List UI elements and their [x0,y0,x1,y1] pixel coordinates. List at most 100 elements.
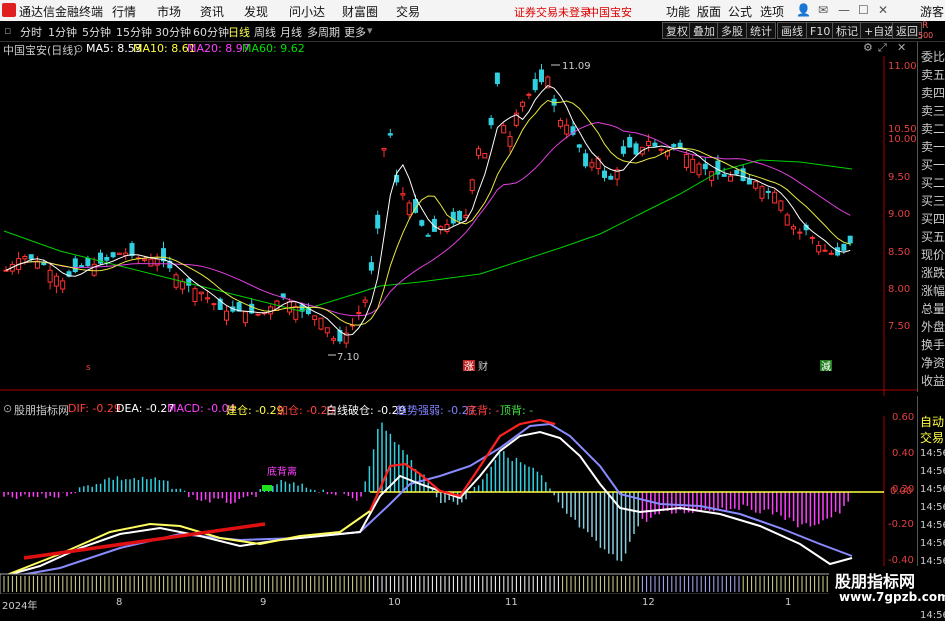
tab-period-daily[interactable]: 日线 [228,24,250,40]
price-tick: 9.00 [888,209,911,220]
indicator-settings-icon[interactable]: ⊙ [3,402,12,415]
biaoji-button[interactable]: 标记 [832,22,862,39]
maximize-icon[interactable]: ☐ [858,3,869,17]
quote-field-label: 买一 [921,158,945,172]
candle-body [85,257,91,266]
menu-gongneng[interactable]: 功能 [666,3,690,20]
quote-field-label: 买五 [921,230,945,244]
settings-gear-icon[interactable]: ⚙ [863,41,873,54]
guest-label[interactable]: 游客 [920,3,944,20]
tab-period-15min[interactable]: 15分钟 [116,24,152,40]
date-label: 12 [642,597,655,608]
minimize-icon[interactable]: — [838,3,850,17]
tab-period-monthly[interactable]: 月线 [280,24,302,40]
candle-body [198,291,204,295]
quote-field-label: 涨幅 [921,284,945,298]
quote-field-label: 卖一 [921,140,945,154]
menu-wenxiaoda[interactable]: 问小达 [289,3,325,20]
candle-body [287,301,292,313]
candle-body [179,281,185,290]
candle-body [772,191,778,204]
candle-body [387,133,393,136]
tab-period-30min[interactable]: 30分钟 [155,24,191,40]
candle-body [784,214,790,226]
candle-body [72,258,78,273]
main-chart[interactable]: 11.09 7.10 涨 财 減 s [0,56,917,396]
quote-field-label: 外盘 [921,320,945,334]
tab-period-60min[interactable]: 60分钟 [193,24,229,40]
candle-body [646,140,652,146]
candle-body [526,93,532,96]
duogu-button[interactable]: 多股 [717,22,747,39]
menu-hangqing[interactable]: 行情 [112,3,136,20]
candle-body [690,158,696,173]
quote-field-label: 卖三 [921,104,945,118]
tab-period-multi[interactable]: 多周期 [307,24,340,40]
indicator-tick: -0.20 [888,519,914,530]
candle-body [425,234,431,237]
date-label: 11 [505,597,518,608]
candle-body [444,223,450,232]
fuquan-button[interactable]: 复权 [662,22,692,39]
candle-body [104,257,110,261]
menu-shichang[interactable]: 市场 [157,3,181,20]
candle-body [532,79,538,91]
date-label: 10 [388,597,401,608]
close-icon[interactable]: ✕ [878,3,888,17]
candle-body [242,311,248,324]
candle-body [822,249,828,252]
menu-zixun[interactable]: 资讯 [200,3,224,20]
diejia-button[interactable]: 叠加 [689,22,719,39]
trade-login-alert[interactable]: 证券交易未登录 [514,4,591,20]
settings-circle-icon[interactable]: ⊙ [74,42,83,55]
tab-period-1min[interactable]: 1分钟 [48,24,77,40]
tab-period-more[interactable]: 更多 [344,24,366,40]
candle-body [589,162,595,168]
chart-close-icon[interactable]: ✕ [897,41,906,54]
date-label: 2024年 [2,601,38,612]
quote-field-label: 委比 [921,50,945,64]
tongji-button[interactable]: 统计 [746,22,776,39]
candle-body [539,69,544,83]
candle-body [3,269,9,272]
menu-bar: 通达信金融终端 行情 市场 资讯 发现 问小达 财富圈 交易 证券交易未登录 中… [0,0,945,21]
user-icon[interactable]: 👤 [796,3,811,17]
price-tick: 8.50 [888,247,911,258]
menu-caifuquan[interactable]: 财富圈 [342,3,378,20]
auto-trade-label[interactable]: 自动 [920,413,944,430]
candle-body [753,181,759,189]
ma5-line [5,85,851,336]
divergence-block [262,485,272,491]
candle-body [847,235,853,244]
candle-body [627,137,633,148]
watermark-line2: www.7gpzb.com [839,590,945,604]
candle-body [28,254,34,260]
menu-banmian[interactable]: 版面 [697,3,721,20]
trade-label[interactable]: 交易 [920,429,944,446]
candle-body [268,306,274,315]
tab-period-5min[interactable]: 5分钟 [82,24,111,40]
indicator-tick: -0.40 [888,555,914,566]
menu-faxian[interactable]: 发现 [244,3,268,20]
toolbar-checkbox-icon[interactable]: ▫ [4,24,11,37]
menu-gongshi[interactable]: 公式 [728,3,752,20]
indicator-chart[interactable]: 底背离 [0,416,917,594]
candle-body [728,175,733,182]
ma-lines [3,85,853,336]
candle-body [362,299,368,303]
dif-line [3,430,853,577]
expand-icon[interactable]: ⤢ [878,41,887,55]
candle-body [211,303,217,306]
menu-xuanxiang[interactable]: 选项 [760,3,784,20]
lower-right-panel: 自动 交易 14:56 14:56 14:56 14:56 14:56 14:56 14:5… [917,396,945,621]
tab-period-weekly[interactable]: 周线 [254,24,276,40]
candle-body [356,312,362,315]
f10-button[interactable]: F10 [806,22,835,39]
date-label: 1 [785,597,792,608]
tick-time: 14:56 [920,538,945,549]
more-chevron-icon[interactable]: ▾ [367,24,373,37]
menu-jiaoyi[interactable]: 交易 [396,3,420,20]
huaxian-button[interactable]: 画线 [777,22,807,39]
message-icon[interactable]: ✉ [818,3,828,17]
tab-period-fenshi[interactable]: 分时 [20,24,42,40]
